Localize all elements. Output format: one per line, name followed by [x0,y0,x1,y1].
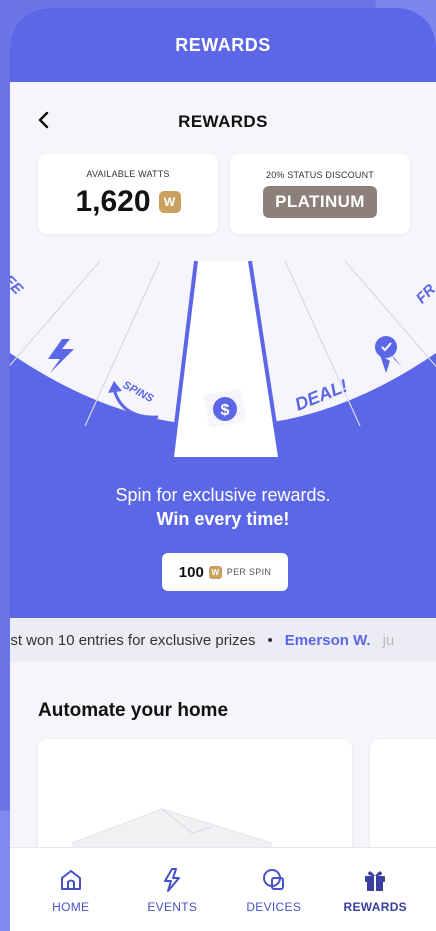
spin-message: Spin for exclusive rewards. Win every ti… [10,483,436,531]
nav-rewards[interactable]: REWARDS [335,866,415,914]
status-card: 20% STATUS DISCOUNT PLATINUM [230,154,410,234]
spin-message-line2: Win every time! [156,509,290,529]
top-bar-title: REWARDS [175,34,271,55]
chevron-left-icon [38,111,49,129]
watts-card: AVAILABLE WATTS 1,620 W [38,154,218,234]
status-label: 20% STATUS DISCOUNT [266,170,374,180]
status-tier-badge: PLATINUM [263,186,377,218]
events-icon [164,867,181,892]
nav-events[interactable]: EVENTS [132,866,212,914]
watts-value-row: 1,620 W [75,185,181,219]
bottom-nav: HOME EVENTS DEVICES REWARDS [10,847,436,931]
stats-row: AVAILABLE WATTS 1,620 W 20% STATUS DISCO… [38,154,410,234]
nav-home-label: HOME [52,899,90,914]
watts-icon: W [208,565,222,579]
spin-wheel-area: EE FR SPINS $ DEAL! Spin for exclusive r… [10,261,436,618]
nav-devices-label: DEVICES [246,899,302,914]
nav-devices[interactable]: DEVICES [234,866,314,914]
back-button[interactable] [32,108,56,132]
subheader: REWARDS [10,82,436,162]
nav-events-label: EVENTS [147,899,198,914]
spin-cost-value: 100 [178,563,204,581]
ticker-separator: • [267,631,273,649]
winners-ticker: ust won 10 entries for exclusive prizes … [10,618,436,662]
section-title: Automate your home [38,700,229,721]
page-title: REWARDS [178,112,268,131]
devices-icon [262,868,284,890]
spin-cost-unit: PER SPIN [226,567,272,577]
nav-home[interactable]: HOME [31,866,111,914]
gift-icon [365,870,386,891]
prize-wheel[interactable]: EE FR SPINS $ DEAL! [10,261,436,461]
ticker-next-name: Emerson W. [284,631,371,649]
watts-icon: W [158,191,181,213]
dollar-icon: $ [204,388,246,428]
spin-cost-button[interactable]: 100 W PER SPIN [162,553,288,591]
app-screen: REWARDS REWARDS AVAILABLE WATTS 1,620 W … [10,8,436,931]
ticker-next-tail: ju [382,631,395,649]
home-icon [60,869,81,890]
watts-value: 1,620 [75,185,151,218]
top-bar: REWARDS [10,8,436,82]
spin-message-line1: Spin for exclusive rewards. [115,485,331,505]
ticker-message: ust won 10 entries for exclusive prizes [10,631,256,649]
nav-rewards-label: REWARDS [343,899,407,914]
svg-text:$: $ [221,402,230,419]
ticker-content: ust won 10 entries for exclusive prizes … [10,632,394,649]
watts-label: AVAILABLE WATTS [86,169,170,179]
